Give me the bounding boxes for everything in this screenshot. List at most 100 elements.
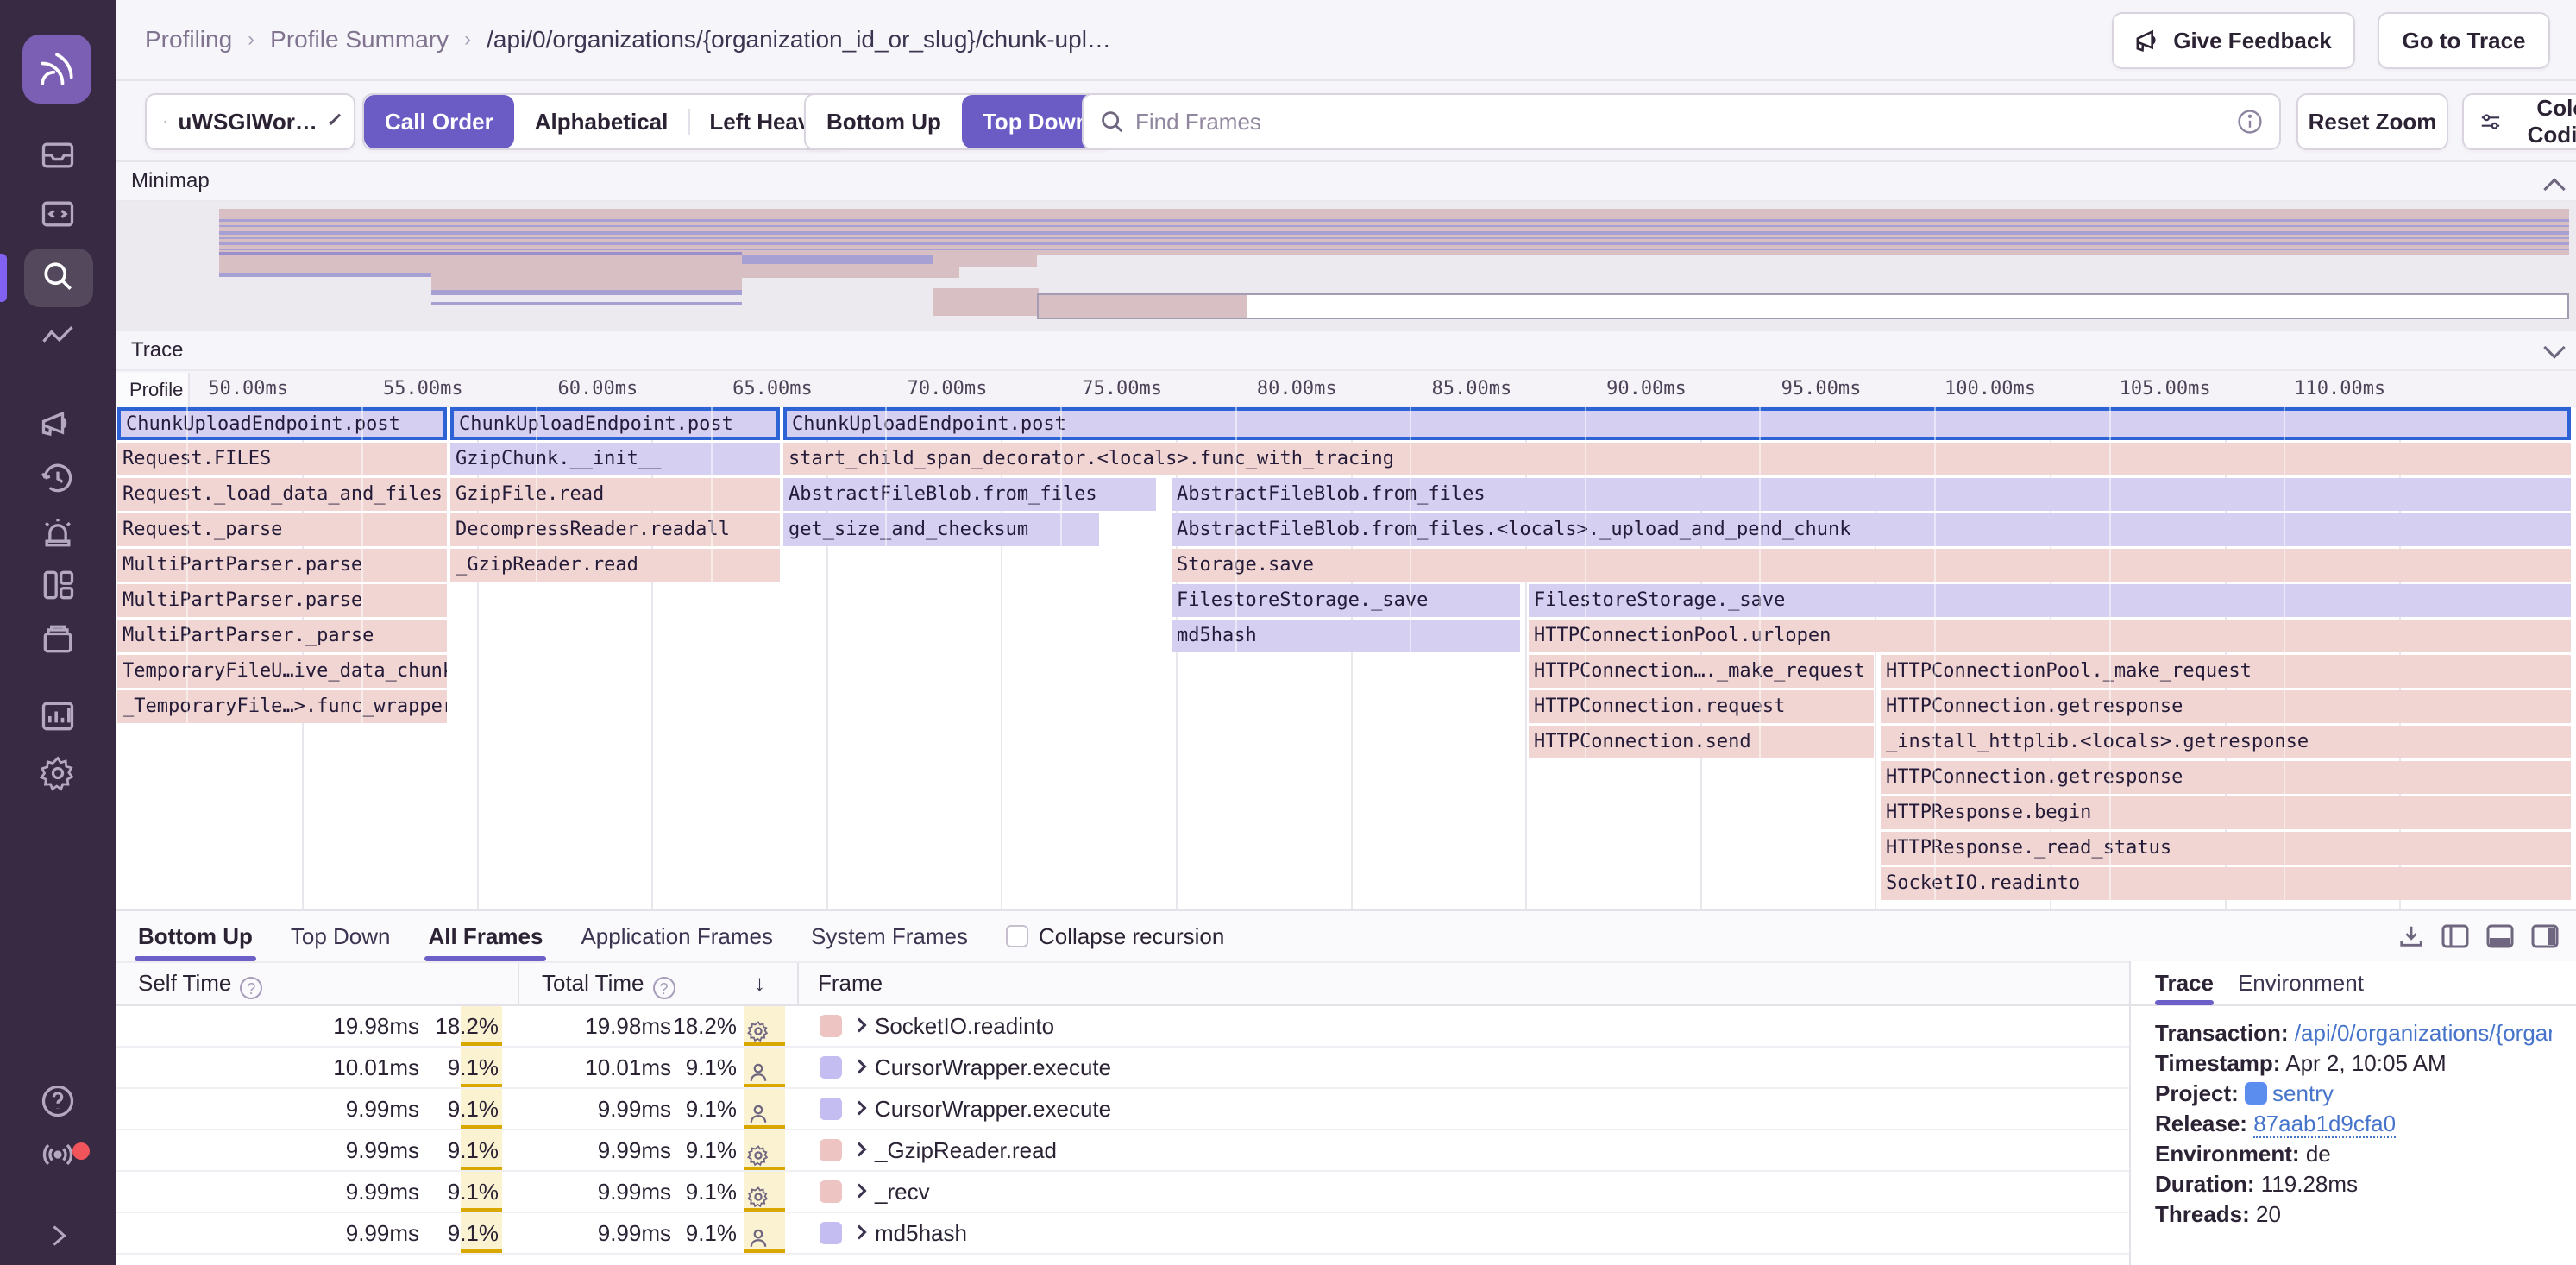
sidebar-item-help-circle[interactable] xyxy=(0,1073,116,1129)
expand-chevron-icon[interactable] xyxy=(852,1060,867,1074)
flame-frame[interactable]: Request._load_data_and_files xyxy=(117,478,447,511)
flame-frame[interactable]: HTTPConnectionPool.urlopen xyxy=(1529,620,2571,652)
flame-frame[interactable]: MultiPartParser._parse xyxy=(117,620,447,652)
flame-frame[interactable]: get_size_and_checksum xyxy=(783,513,1099,546)
breadcrumb-item[interactable]: Profile Summary xyxy=(270,26,449,53)
frame-header[interactable]: Frame xyxy=(818,970,883,997)
flame-frame[interactable]: HTTPConnection.getresponse xyxy=(1881,690,2571,723)
flame-frame[interactable]: _TemporaryFile…>.func_wrapper xyxy=(117,690,447,723)
total-time-header[interactable]: Total Time? xyxy=(542,970,675,999)
sidebar-item-releases-archive[interactable] xyxy=(0,611,116,666)
flame-frame[interactable]: HTTPResponse.begin xyxy=(1881,796,2571,829)
tab-all-frames[interactable]: All Frames xyxy=(428,911,543,961)
sidebar-item-megaphone[interactable] xyxy=(0,397,116,452)
expand-chevron-icon[interactable] xyxy=(852,1101,867,1116)
table-row[interactable]: 10.01ms9.1%10.01ms9.1%CursorWrapper.exec… xyxy=(116,1048,2129,1089)
profile-tab[interactable]: Profile xyxy=(116,373,190,407)
find-frames-input[interactable] xyxy=(1135,109,2226,135)
layout-right-icon[interactable] xyxy=(2531,924,2559,948)
go-to-trace-button[interactable]: Go to Trace xyxy=(2378,12,2550,69)
sidebar-item-search[interactable] xyxy=(0,249,116,304)
breadcrumb-item[interactable]: Profiling xyxy=(145,26,232,53)
table-row[interactable]: 9.99ms9.1%9.99ms9.1%_GzipReader.read xyxy=(116,1130,2129,1172)
flame-frame[interactable]: _install_httplib.<locals>.getresponse xyxy=(1881,726,2571,758)
flame-frame[interactable]: MultiPartParser.parse xyxy=(117,584,447,617)
flame-frame[interactable]: HTTPConnectionPool._make_request xyxy=(1881,655,2571,688)
sidebar-item-broadcast[interactable] xyxy=(0,1127,116,1182)
flame-frame[interactable]: DecompressReader.readall xyxy=(450,513,780,546)
layout-left-icon[interactable] xyxy=(2441,924,2469,948)
flame-frame[interactable]: HTTPConnection…._make_request xyxy=(1529,655,1874,688)
sort-call-order[interactable]: Call Order xyxy=(364,95,514,148)
sentry-logo[interactable] xyxy=(22,35,91,104)
sidebar-item-issues-inbox[interactable] xyxy=(0,128,116,183)
table-row[interactable]: 9.99ms9.1%9.99ms9.1%CursorWrapper.execut… xyxy=(116,1089,2129,1130)
flame-frame[interactable]: AbstractFileBlob.from_files xyxy=(1172,478,2571,511)
expand-chevron-icon[interactable] xyxy=(852,1142,867,1157)
thread-selector[interactable]: uWSGIWor… xyxy=(145,93,355,150)
info-icon[interactable] xyxy=(2238,110,2262,134)
expand-chevron-icon[interactable] xyxy=(852,1225,867,1240)
flame-frame[interactable]: HTTPResponse._read_status xyxy=(1881,832,2571,865)
sidebar-item-replays-clock[interactable] xyxy=(0,450,116,506)
give-feedback-button[interactable]: Give Feedback xyxy=(2112,12,2355,69)
sort-arrow-icon[interactable]: ↓ xyxy=(754,970,765,997)
table-row[interactable]: 9.99ms9.1%9.99ms9.1%_recv xyxy=(116,1172,2129,1213)
flame-frame[interactable]: ChunkUploadEndpoint.post xyxy=(450,407,780,440)
flame-frame[interactable]: FilestoreStorage._save xyxy=(1529,584,2571,617)
flame-frame[interactable]: HTTPConnection.getresponse xyxy=(1881,761,2571,794)
flame-frame[interactable]: Request._parse xyxy=(117,513,447,546)
flame-frame[interactable]: HTTPConnection.request xyxy=(1529,690,1874,723)
sidebar-item-performance-wave[interactable] xyxy=(0,311,116,366)
expand-chevron-icon[interactable] xyxy=(852,1184,867,1199)
flame-frame[interactable]: ChunkUploadEndpoint.post xyxy=(783,407,2571,440)
flame-frame[interactable]: AbstractFileBlob.from_files xyxy=(783,478,1156,511)
sidebar-item-settings-gear[interactable] xyxy=(0,746,116,801)
flame-frame[interactable]: ChunkUploadEndpoint.post xyxy=(117,407,447,440)
flame-frame[interactable]: FilestoreStorage._save xyxy=(1172,584,1520,617)
flame-frame[interactable]: AbstractFileBlob.from_files.<locals>._up… xyxy=(1172,513,2571,546)
flame-frame[interactable]: SocketIO.readinto xyxy=(1881,867,2571,900)
detail-timestamp: Timestamp: Apr 2, 10:05 AM xyxy=(2155,1048,2552,1079)
flame-frame[interactable]: TemporaryFileU…ive_data_chunk xyxy=(117,655,447,688)
flame-frame[interactable]: Storage.save xyxy=(1172,549,2571,582)
layout-bottom-icon[interactable] xyxy=(2486,924,2514,948)
minimap-header[interactable]: Minimap xyxy=(116,162,2576,202)
detail-link[interactable]: 87aab1d9cfa0 xyxy=(2253,1111,2396,1138)
download-icon[interactable] xyxy=(2398,923,2424,949)
collapse-recursion-checkbox[interactable] xyxy=(1006,925,1028,947)
color-coding-button[interactable]: Color Coding xyxy=(2462,93,2576,150)
tab-application-frames[interactable]: Application Frames xyxy=(581,911,773,961)
minimap-canvas[interactable] xyxy=(116,202,2576,331)
flame-frame[interactable]: GzipFile.read xyxy=(450,478,780,511)
sort-alphabetical[interactable]: Alphabetical xyxy=(514,95,689,148)
tab-system-frames[interactable]: System Frames xyxy=(811,911,968,961)
sidebar-item-explore-code[interactable] xyxy=(0,186,116,242)
details-tab-trace[interactable]: Trace xyxy=(2155,960,2214,1005)
flame-frame[interactable]: md5hash xyxy=(1172,620,1520,652)
sidebar-item-alerts-siren[interactable] xyxy=(0,506,116,561)
flame-frame[interactable]: Request.FILES xyxy=(117,443,447,475)
sidebar-item-dashboards-blocks[interactable] xyxy=(0,557,116,613)
expand-chevron-icon[interactable] xyxy=(852,1018,867,1033)
view-bottom-up[interactable]: Bottom Up xyxy=(806,95,962,148)
tab-bottom-up[interactable]: Bottom Up xyxy=(138,911,253,961)
table-row[interactable]: 19.98ms18.2%19.98ms18.2%SocketIO.readint… xyxy=(116,1006,2129,1048)
flame-frame[interactable]: _GzipReader.read xyxy=(450,549,780,582)
trace-header[interactable]: Trace xyxy=(116,331,2576,371)
minimap-viewport[interactable] xyxy=(1037,293,2569,319)
sidebar-item-expand-chevron[interactable] xyxy=(0,1208,116,1263)
flame-frame[interactable]: MultiPartParser.parse xyxy=(117,549,447,582)
flamegraph[interactable]: ChunkUploadEndpoint.postChunkUploadEndpo… xyxy=(116,407,2576,909)
flame-frame[interactable]: HTTPConnection.send xyxy=(1529,726,1874,758)
tab-top-down[interactable]: Top Down xyxy=(291,911,391,961)
flame-frame[interactable]: GzipChunk.__init__ xyxy=(450,443,780,475)
table-row[interactable]: 9.99ms9.1%9.99ms9.1%md5hash xyxy=(116,1213,2129,1255)
self-time-header[interactable]: Self Time? xyxy=(138,970,262,999)
flame-frame[interactable]: start_child_span_decorator.<locals>.func… xyxy=(783,443,2571,475)
detail-link[interactable]: /api/0/organizations/{organ… xyxy=(2295,1020,2552,1046)
detail-link[interactable]: sentry xyxy=(2272,1080,2334,1106)
reset-zoom-button[interactable]: Reset Zoom xyxy=(2296,93,2448,150)
sidebar-item-stats-chart[interactable] xyxy=(0,689,116,744)
details-tab-environment[interactable]: Environment xyxy=(2238,960,2364,1005)
